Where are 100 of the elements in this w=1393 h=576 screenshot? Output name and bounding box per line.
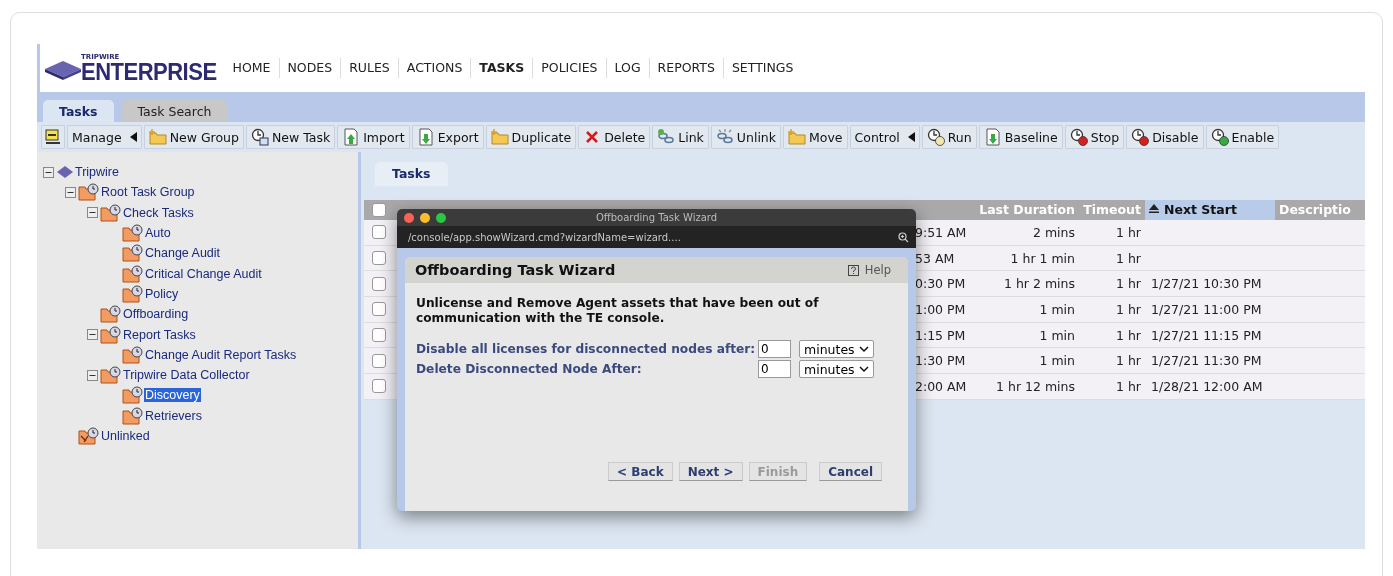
checkbox[interactable] xyxy=(372,251,386,266)
table-cell: 1 hr 1 min xyxy=(1010,250,1075,266)
toolbar-button[interactable]: Import xyxy=(337,125,410,149)
toolbar-button[interactable]: Unlink xyxy=(710,125,782,149)
checkbox[interactable] xyxy=(372,225,386,240)
zoom-icon[interactable] xyxy=(898,231,909,243)
collapse-icon[interactable] xyxy=(87,207,98,219)
tree-item[interactable]: Change Audit Report Tasks xyxy=(144,347,298,362)
toolbar-button[interactable]: Move xyxy=(783,125,848,149)
tree-item[interactable]: Discovery xyxy=(144,388,201,403)
toolbar-button[interactable]: Delete xyxy=(578,125,651,149)
table-cell: 1/27/21 11:15 PM xyxy=(1151,327,1262,343)
folder-clock-icon xyxy=(122,284,144,303)
chevron-icon xyxy=(859,365,869,373)
input-field[interactable]: 0 xyxy=(758,360,791,378)
table-cell: 1 hr xyxy=(1116,250,1141,266)
toolbar-button[interactable]: Disable xyxy=(1126,125,1204,149)
collapse-icon[interactable] xyxy=(65,186,76,198)
checkbox[interactable] xyxy=(372,379,386,394)
logo-wordmark: ENTERPRISE xyxy=(81,59,217,84)
tree-item[interactable]: Change Audit xyxy=(144,246,222,261)
table-cell: 1:00 PM xyxy=(915,301,966,317)
menu-button[interactable]: Control xyxy=(849,125,920,149)
table-cell: 1/28/21 12:00 AM xyxy=(1151,378,1263,394)
close-icon[interactable] xyxy=(404,212,414,223)
tree-item[interactable]: Retrievers xyxy=(144,408,203,423)
toolbar-button[interactable]: Enable xyxy=(1205,125,1280,149)
minimize-icon[interactable] xyxy=(420,212,430,223)
unit-dropdown[interactable]: minutes xyxy=(799,340,874,358)
folder-clock-icon xyxy=(122,224,144,243)
tab[interactable]: Task Search xyxy=(121,100,228,122)
broken-folder-clock-icon xyxy=(78,427,100,445)
checkbox[interactable] xyxy=(372,203,386,217)
toolbar-button[interactable]: Duplicate xyxy=(485,125,577,149)
table-cell: 1:15 PM xyxy=(915,327,966,343)
tab[interactable]: Tasks xyxy=(375,162,448,186)
toolbar-button[interactable]: Stop xyxy=(1064,125,1125,149)
maximize-icon[interactable] xyxy=(436,212,446,223)
toolbar-button[interactable]: New Task xyxy=(245,125,336,149)
checkbox[interactable] xyxy=(372,328,386,343)
tree-item[interactable]: Critical Change Audit xyxy=(144,266,263,281)
nav-link[interactable]: ACTIONS xyxy=(397,58,471,78)
wizard-button[interactable]: Cancel xyxy=(819,462,882,481)
menu-button[interactable]: Manage xyxy=(67,125,142,149)
checkbox[interactable] xyxy=(372,353,386,368)
nav-link[interactable]: LOG xyxy=(605,58,649,78)
folder-clock-icon xyxy=(122,345,144,364)
cube-icon xyxy=(43,58,83,81)
tree-item[interactable]: Check Tasks xyxy=(122,205,195,220)
tab[interactable]: Tasks xyxy=(43,100,114,122)
column-header[interactable]: Next Start xyxy=(1145,200,1275,220)
collapse-icon[interactable] xyxy=(87,369,98,381)
folder-clock-icon xyxy=(122,386,144,405)
nav-link[interactable]: TASKS xyxy=(470,58,533,78)
toolbar-button[interactable]: Export xyxy=(411,125,484,149)
input-field[interactable]: 0 xyxy=(758,340,791,358)
help-link[interactable]: Help xyxy=(847,263,891,277)
table-cell: 1 hr xyxy=(1116,224,1141,240)
table-cell: 1/27/21 10:30 PM xyxy=(1151,276,1262,292)
toolbar-button[interactable]: New Group xyxy=(143,125,244,149)
table-cell: 1 hr xyxy=(1116,378,1141,394)
nav-link[interactable]: NODES xyxy=(278,58,341,78)
tree-item[interactable]: Auto xyxy=(144,226,172,241)
collapse-icon[interactable] xyxy=(43,166,54,178)
toolbar-button[interactable]: Link xyxy=(652,125,709,149)
checkbox[interactable] xyxy=(372,276,386,291)
field-label: Disable all licenses for disconnected nodes after: xyxy=(416,342,757,356)
tree-item[interactable]: Tripwire xyxy=(74,165,120,180)
tree-item[interactable]: Unlinked xyxy=(100,429,151,443)
clock-badge-icon xyxy=(1210,128,1229,146)
panel-toggle-button[interactable] xyxy=(41,125,65,149)
nav-link[interactable]: HOME xyxy=(224,58,279,78)
tree-item[interactable]: Tripwire Data Collector xyxy=(122,368,251,383)
nav-link[interactable]: POLICIES xyxy=(532,58,606,78)
collapse-icon[interactable] xyxy=(87,329,98,340)
window-title: Offboarding Task Wizard xyxy=(594,212,719,223)
checkbox[interactable] xyxy=(372,302,386,317)
tree-item[interactable]: Report Tasks xyxy=(122,327,197,342)
folder-icon xyxy=(788,128,807,146)
chevron-icon xyxy=(859,345,869,353)
folder-icon xyxy=(490,128,509,146)
tree-item[interactable]: Offboarding xyxy=(122,307,190,322)
tree-item[interactable]: Root Task Group xyxy=(100,185,196,200)
nav-link[interactable]: SETTINGS xyxy=(722,58,802,78)
table-cell: 0:30 PM xyxy=(915,276,966,292)
tree-item[interactable]: Policy xyxy=(144,286,180,301)
toolbar-button[interactable]: Run xyxy=(921,125,977,149)
unit-dropdown[interactable]: minutes xyxy=(799,360,874,378)
nav-link[interactable]: REPORTS xyxy=(648,58,723,78)
table-cell: 1 hr xyxy=(1116,301,1141,317)
wizard-button[interactable]: < Back xyxy=(608,462,673,481)
table-cell: 1:30 PM xyxy=(915,353,966,369)
table-cell: 1 hr 2 mins xyxy=(1004,276,1075,292)
folder-clock-icon xyxy=(100,305,122,324)
help-icon xyxy=(847,264,859,276)
nav-link[interactable]: RULES xyxy=(340,58,398,78)
clock-badge-icon xyxy=(1069,128,1088,146)
wizard-button[interactable]: Next > xyxy=(678,462,743,481)
toolbar-button[interactable]: Baseline xyxy=(978,125,1063,149)
document-arrow-icon xyxy=(983,128,1002,146)
